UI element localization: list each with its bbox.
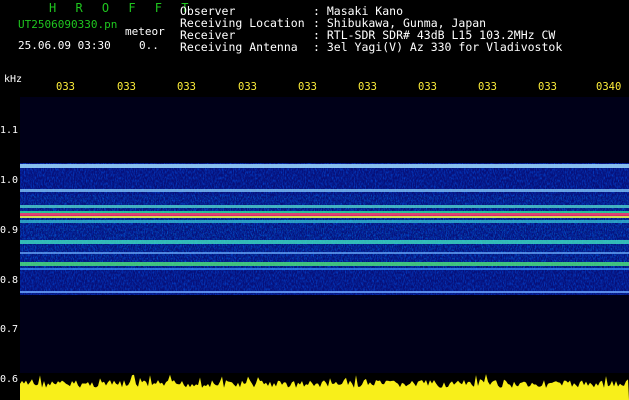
y-tick-label: 1.0 xyxy=(0,175,19,186)
meteor-label: meteor xyxy=(125,25,165,38)
x-tick-label: 033 xyxy=(298,81,317,93)
x-tick-label: 033 xyxy=(117,81,136,93)
date-time: 25.06.09 03:30 xyxy=(18,39,111,52)
x-tick-label: 033 xyxy=(56,81,75,93)
info-value-antenna: : 3el Yagi(V) Az 330 for Vladivostok xyxy=(313,40,563,54)
x-tick-label: 033 xyxy=(478,81,497,93)
spectral-line xyxy=(20,189,629,192)
file-name: UT2506090330.pn xyxy=(18,18,118,31)
spectrogram xyxy=(0,95,629,400)
info-label-antenna: Receiving Antenna xyxy=(180,40,298,54)
app-title: H R O F F T xyxy=(49,1,195,15)
x-tick-label: 0340 xyxy=(596,81,622,93)
spectral-line-strong xyxy=(20,216,629,218)
y-tick-label: 0.9 xyxy=(0,225,19,236)
spectral-line xyxy=(20,262,629,266)
y-tick-label: 0.8 xyxy=(0,275,19,286)
meteor-count: 0.. xyxy=(139,39,159,52)
spectral-line xyxy=(20,240,629,244)
y-tick-label: 0.6 xyxy=(0,374,19,385)
x-tick-label: 033 xyxy=(418,81,437,93)
spectral-line xyxy=(20,252,629,254)
y-tick-label: 1.1 xyxy=(0,125,19,136)
spectral-line xyxy=(20,291,629,293)
spectral-line-strong xyxy=(20,213,629,216)
spectral-line xyxy=(20,220,629,223)
amplitude-fill xyxy=(20,374,629,400)
spectral-line xyxy=(20,205,629,208)
y-tick-label: 0.7 xyxy=(0,324,19,335)
x-tick-label: 033 xyxy=(358,81,377,93)
y-axis-unit: kHz xyxy=(4,74,23,85)
x-tick-label: 033 xyxy=(238,81,257,93)
amplitude-band xyxy=(20,374,629,400)
x-tick-label: 033 xyxy=(177,81,196,93)
x-tick-label: 033 xyxy=(538,81,557,93)
spectral-line xyxy=(20,268,629,270)
spectral-line xyxy=(20,164,629,168)
